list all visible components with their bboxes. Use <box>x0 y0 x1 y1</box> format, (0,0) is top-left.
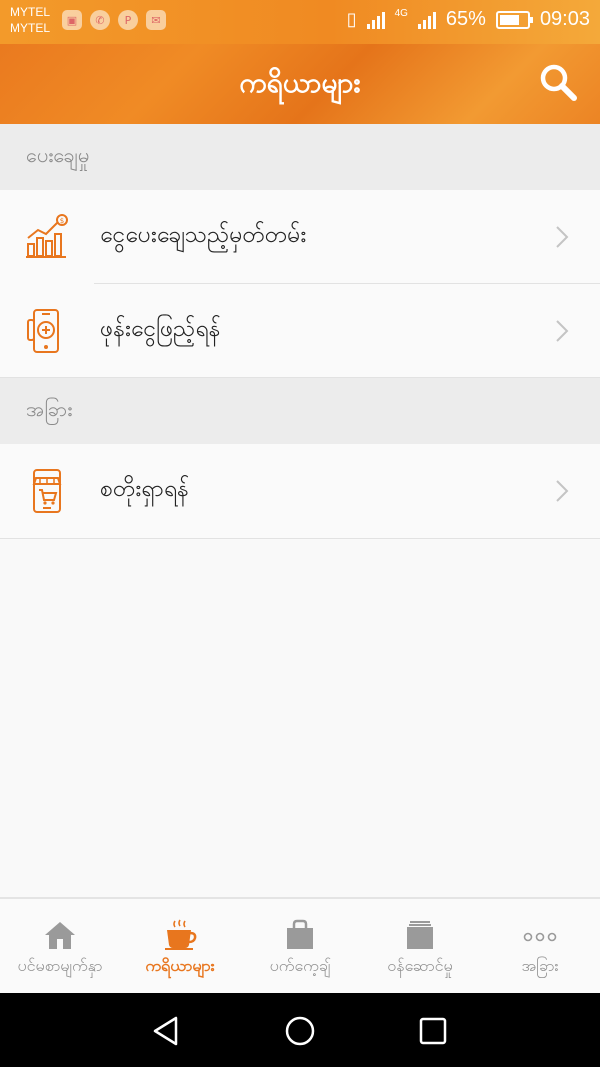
tab-more[interactable]: အခြား <box>480 899 600 993</box>
coffee-cup-icon <box>165 919 197 950</box>
battery-icon <box>495 10 533 29</box>
tab-tools[interactable]: ကရိယာများ <box>120 899 240 993</box>
carrier-name-2: MYTEL <box>10 21 51 35</box>
tab-packages[interactable]: ပက်ကေ့ချ် <box>240 899 360 993</box>
divider <box>0 538 600 539</box>
home-button-icon[interactable] <box>284 1015 316 1047</box>
phone-topup-icon <box>27 309 59 353</box>
vibrate-icon: ▯ <box>346 9 357 29</box>
list-item-payment-history[interactable]: $ ငွေပေးချေသည့်မှတ်တမ်း <box>0 190 600 284</box>
carrier-names: MYTEL MYTEL <box>10 4 50 36</box>
tab-label: ပင်မစာမျက်နှာ <box>17 956 103 975</box>
package-bag-icon <box>287 919 313 949</box>
section-header-other: အခြား <box>0 378 600 444</box>
notification-icons: ▣ ✆ P ✉ <box>62 10 166 30</box>
svg-text:$: $ <box>60 217 64 225</box>
store-locator-icon <box>32 469 62 513</box>
search-icon[interactable] <box>538 62 578 102</box>
section-header-payment: ပေးချေမှု <box>0 124 600 190</box>
chevron-right-icon <box>556 226 569 248</box>
list-item-label: ဖုန်းငွေဖြည့်ရန် <box>100 316 221 342</box>
carrier-name-1: MYTEL <box>10 5 51 19</box>
viber-notification-icon: ✆ <box>90 10 110 30</box>
recent-apps-icon[interactable] <box>418 1015 448 1047</box>
battery-percent: 65% <box>445 8 486 30</box>
system-navigation-bar <box>0 993 600 1067</box>
tools-screen: MYTEL MYTEL ▣ ✆ P ✉ ▯ 4G 65% 09:03 ကရိယာ… <box>0 0 600 1067</box>
tab-services[interactable]: ဝန်ဆောင်မှု <box>360 899 480 993</box>
page-title: ကရိယာများ <box>239 66 361 99</box>
list-item-store-locator[interactable]: စတိုးရှာရန် <box>0 444 600 538</box>
status-bar: MYTEL MYTEL ▣ ✆ P ✉ ▯ 4G 65% 09:03 <box>0 0 600 44</box>
tab-label: ဝန်ဆောင်မှု <box>387 956 453 975</box>
gallery-notification-icon: ▣ <box>62 10 82 30</box>
network-type: 4G <box>394 8 408 19</box>
chevron-right-icon <box>556 480 569 502</box>
more-dots-icon <box>523 932 557 942</box>
tab-label: ကရိယာများ <box>145 956 215 975</box>
list-item-phone-topup[interactable]: ဖုန်းငွေဖြည့်ရန် <box>0 284 600 378</box>
list-item-label: ငွေပေးချေသည့်မှတ်တမ်း <box>100 222 307 248</box>
back-icon[interactable] <box>150 1015 182 1047</box>
app-header: ကရိယာများ <box>0 44 600 124</box>
signal-icon-2 <box>417 11 436 29</box>
list-item-label: စတိုးရှာရန် <box>100 476 189 502</box>
tab-label: ပက်ကေ့ချ် <box>269 956 331 975</box>
payment-history-chart-icon: $ <box>26 214 68 258</box>
tab-label: အခြား <box>521 956 559 975</box>
home-icon <box>45 922 75 949</box>
signal-icon <box>366 11 385 29</box>
bottom-tab-bar: ပင်မစာမျက်နှာ ကရိယာများ ပက်ကေ့ချ် ဝန်ဆော… <box>0 897 600 993</box>
tab-home[interactable]: ပင်မစာမျက်နှာ <box>0 899 120 993</box>
system-indicators: ▯ 4G 65% 09:03 <box>347 8 590 31</box>
p-notification-icon: P <box>118 10 138 30</box>
mail-notification-icon: ✉ <box>146 10 166 30</box>
chevron-right-icon <box>556 320 569 342</box>
services-stack-icon <box>407 921 433 949</box>
clock: 09:03 <box>539 8 590 30</box>
